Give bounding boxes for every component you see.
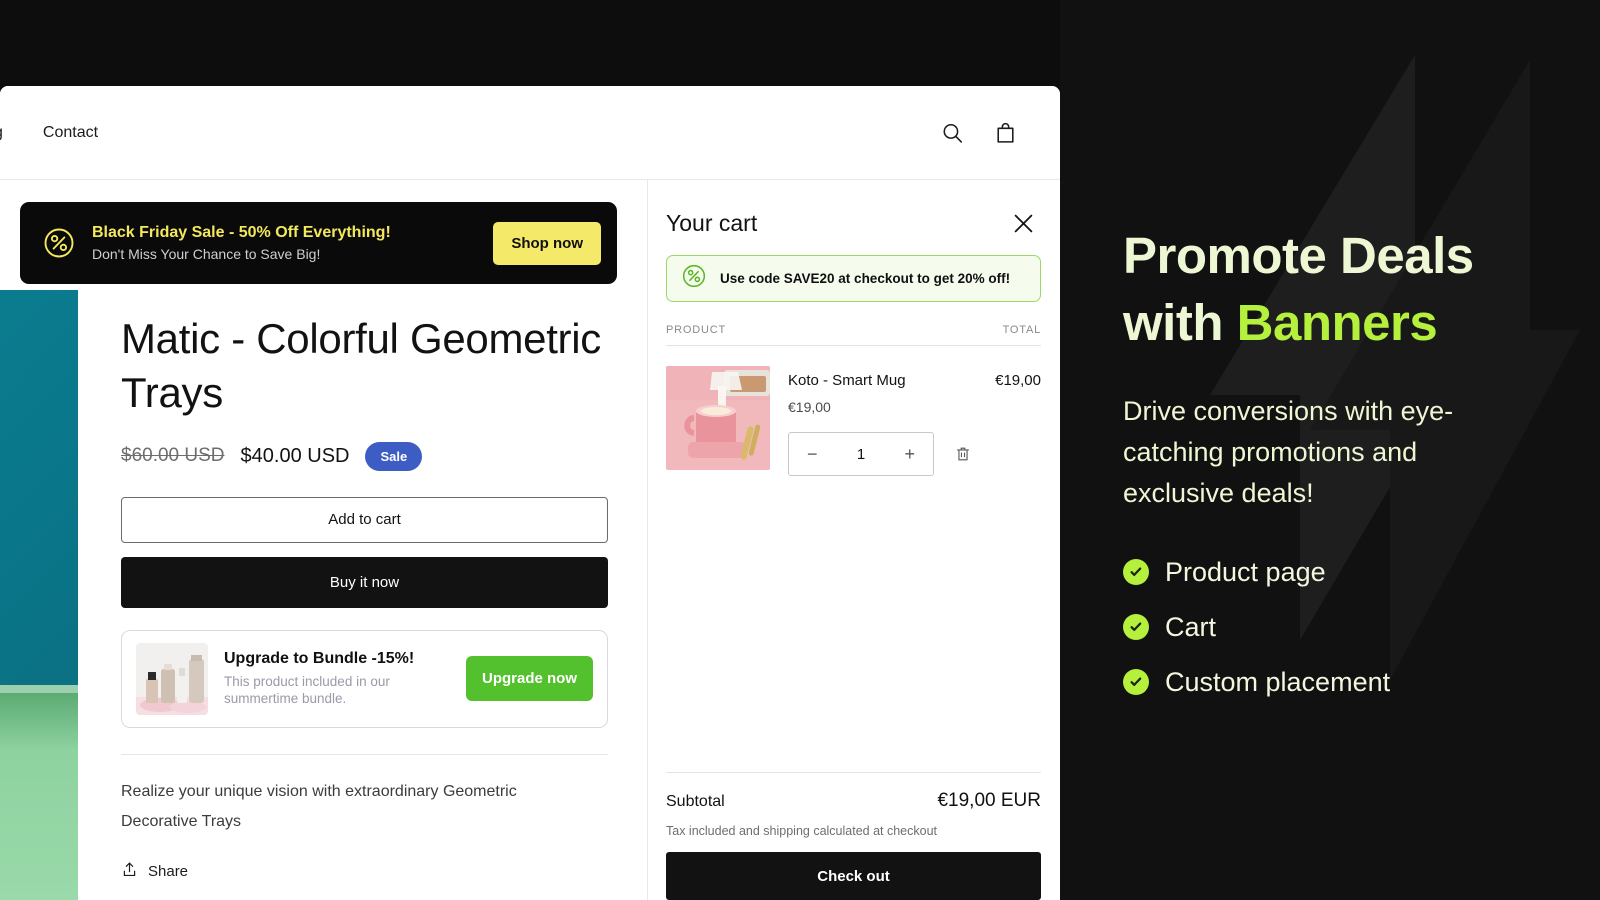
cart-line-item: Koto - Smart Mug €19,00 − 1 + €19,00 bbox=[666, 346, 1041, 476]
promo-feature-label: Custom placement bbox=[1165, 666, 1391, 697]
cart-column-total: TOTAL bbox=[1002, 324, 1041, 336]
subtotal-value: €19,00 EUR bbox=[937, 790, 1041, 811]
share-button[interactable]: Share bbox=[121, 861, 607, 882]
promo-heading-highlight: Banners bbox=[1236, 294, 1438, 352]
tax-shipping-note: Tax included and shipping calculated at … bbox=[666, 824, 938, 838]
cart-item-total: €19,00 bbox=[995, 372, 1041, 389]
quantity-value: 1 bbox=[856, 445, 866, 463]
promo-subtext: Drive conversions with eye-catching prom… bbox=[1123, 395, 1454, 509]
bundle-subtitle: This product included in our summertime … bbox=[224, 673, 390, 707]
promo-feature-item: Custom placement bbox=[1123, 667, 1600, 698]
promo-feature-label: Product page bbox=[1165, 556, 1326, 587]
promo-feature-label: Cart bbox=[1165, 611, 1217, 642]
share-label: Share bbox=[148, 863, 189, 881]
nav-item-contact[interactable]: Contact bbox=[33, 124, 98, 142]
subtotal-label: Subtotal bbox=[666, 793, 725, 810]
bundle-title: Upgrade to Bundle -15%! bbox=[224, 649, 415, 667]
promo-heading-line2-prefix: with bbox=[1123, 294, 1237, 352]
black-friday-title: Black Friday Sale - 50% Off Everything! bbox=[92, 223, 391, 241]
cart-item-name[interactable]: Koto - Smart Mug bbox=[788, 372, 977, 389]
cart-item-unit-price: €19,00 bbox=[788, 399, 831, 415]
cart-item-thumbnail[interactable] bbox=[666, 366, 770, 470]
store-header: g Contact bbox=[0, 86, 1060, 180]
section-divider bbox=[121, 753, 608, 755]
buy-it-now-button[interactable]: Buy it now bbox=[121, 556, 608, 608]
product-description: Realize your unique vision with extraord… bbox=[121, 782, 517, 830]
main-navigation: g Contact bbox=[0, 124, 98, 142]
promo-feature-item: Cart bbox=[1123, 612, 1600, 643]
quantity-increase-button[interactable]: + bbox=[900, 445, 919, 463]
product-detail-column: Black Friday Sale - 50% Off Everything! … bbox=[0, 180, 648, 900]
add-to-cart-button[interactable]: Add to cart bbox=[121, 496, 608, 543]
store-body: Black Friday Sale - 50% Off Everything! … bbox=[0, 180, 1060, 900]
promo-feature-item: Product page bbox=[1123, 557, 1600, 588]
cart-column-headers: PRODUCT TOTAL bbox=[666, 302, 1041, 346]
screenshot-root: Promote Deals with Banners Drive convers… bbox=[0, 0, 1600, 900]
cart-item-list: Koto - Smart Mug €19,00 − 1 + €19,00 bbox=[666, 346, 1041, 772]
cart-drawer: Your cart Use code SAVE20 at checkout to… bbox=[648, 180, 1059, 900]
share-icon bbox=[121, 861, 138, 882]
percent-circle-icon bbox=[681, 263, 707, 294]
black-friday-promo-banner[interactable]: Black Friday Sale - 50% Off Everything! … bbox=[20, 202, 617, 284]
shopping-bag-icon[interactable] bbox=[993, 120, 1018, 145]
price-row: $60.00 USD $40.00 USD Sale bbox=[121, 441, 607, 471]
bundle-upsell-banner[interactable]: Upgrade to Bundle -15%! This product inc… bbox=[121, 629, 608, 728]
marketing-promo-panel: Promote Deals with Banners Drive convers… bbox=[1060, 0, 1600, 900]
product-title: Matic - Colorful Geometric Trays bbox=[121, 315, 601, 416]
shop-now-button[interactable]: Shop now bbox=[493, 221, 601, 265]
cart-item-quantity-row: − 1 + bbox=[788, 432, 977, 476]
storefront-window: g Contact bbox=[0, 86, 1060, 900]
sale-badge: Sale bbox=[365, 441, 423, 471]
quantity-stepper[interactable]: − 1 + bbox=[788, 432, 934, 476]
check-circle-icon bbox=[1123, 669, 1149, 696]
black-friday-subtitle: Don't Miss Your Chance to Save Big! bbox=[92, 245, 321, 262]
promo-feature-list: Product page Cart Custom placement bbox=[1123, 557, 1600, 698]
cart-footer: Subtotal €19,00 EUR Tax included and shi… bbox=[666, 772, 1041, 900]
close-icon[interactable] bbox=[1006, 206, 1041, 241]
checkout-button[interactable]: Check out bbox=[666, 852, 1041, 900]
nav-item-truncated[interactable]: g bbox=[0, 124, 3, 142]
check-circle-icon bbox=[1123, 559, 1149, 586]
percent-circle-icon bbox=[42, 226, 76, 260]
cart-header: Your cart bbox=[666, 180, 1041, 255]
bundle-thumbnail-image bbox=[136, 642, 208, 715]
trash-icon[interactable] bbox=[954, 445, 972, 463]
search-icon[interactable] bbox=[940, 120, 965, 145]
original-price: $60.00 USD bbox=[121, 445, 225, 466]
promo-heading: Promote Deals with Banners bbox=[1123, 222, 1543, 357]
promo-heading-line1: Promote Deals bbox=[1123, 227, 1474, 284]
cart-promo-code-text: Use code SAVE20 at checkout to get 20% o… bbox=[720, 271, 1011, 286]
check-circle-icon bbox=[1123, 614, 1149, 641]
upgrade-now-button[interactable]: Upgrade now bbox=[465, 656, 593, 701]
cart-title: Your cart bbox=[666, 210, 758, 236]
cart-promo-code-banner[interactable]: Use code SAVE20 at checkout to get 20% o… bbox=[666, 255, 1041, 302]
header-icon-group bbox=[940, 120, 1018, 145]
subtotal-row: Subtotal €19,00 EUR bbox=[666, 790, 1041, 812]
sale-price: $40.00 USD bbox=[240, 444, 350, 467]
quantity-decrease-button[interactable]: − bbox=[803, 445, 822, 463]
cart-column-product: PRODUCT bbox=[666, 324, 726, 336]
